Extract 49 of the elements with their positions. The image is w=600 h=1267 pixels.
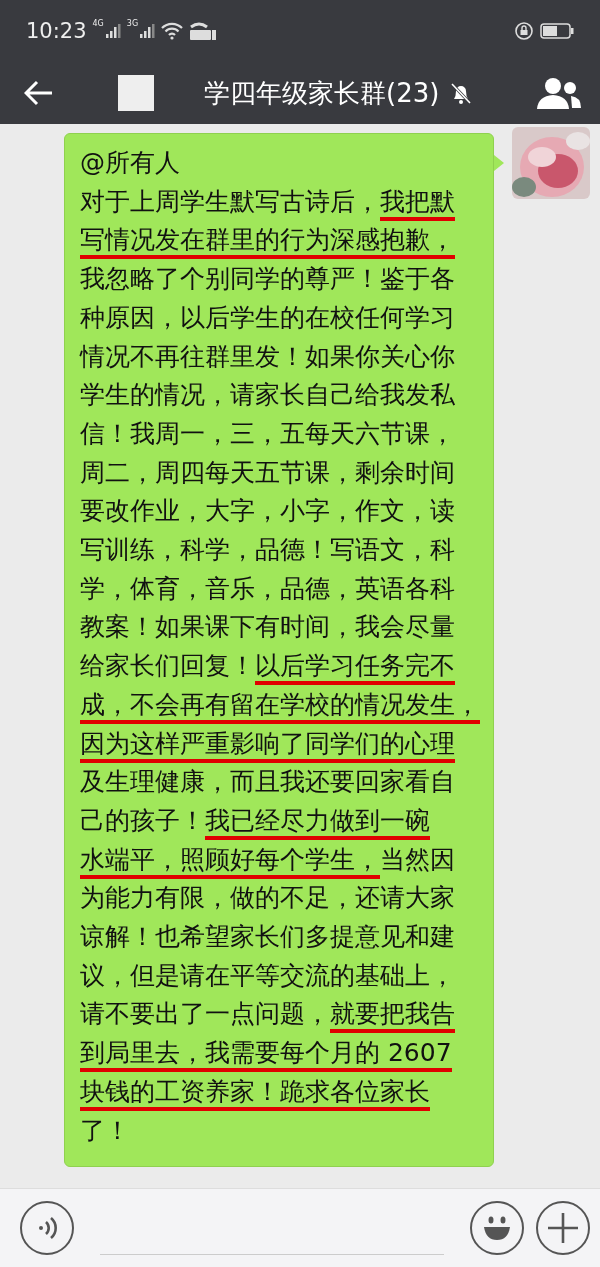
signal-icon: [139, 23, 156, 39]
message-text: 及生理健康，而且我还要回家看自: [80, 766, 455, 799]
underlined-text: 成，不会再有留在学校的情况发生，: [80, 688, 480, 724]
message-text: 学，体育，音乐，品德，英语各科: [80, 572, 455, 605]
message-text: 学生的情况，请家长自己给我发私: [80, 379, 455, 412]
message-text: 对于上周学生默写古诗后，: [80, 185, 380, 218]
message-text: 了！: [80, 1114, 130, 1147]
group-avatar: [118, 75, 154, 111]
emoji-button[interactable]: [470, 1201, 524, 1255]
message-text: 信！我周一，三，五每天六节课，: [80, 417, 455, 450]
message-text: 写训练，科学，品德！写语文，科: [80, 534, 455, 567]
lock-rotation-icon: [514, 21, 534, 41]
network-label: 4G: [92, 19, 104, 28]
underlined-text: 块钱的工资养家！跪求各位家长: [80, 1075, 430, 1111]
underlined-text: 以后学习任务完不: [255, 650, 455, 686]
message-text: 为能力有限，做的不足，还请大家: [80, 882, 455, 915]
hd-call-icon: [189, 21, 218, 41]
underlined-text: 就要把我告: [330, 998, 455, 1034]
smiley-icon: [482, 1215, 512, 1241]
message-text: 请不要出了一点问题，: [80, 998, 330, 1031]
message-text: @所有人: [80, 147, 180, 179]
underlined-text: 写情况发在群里的行为深感抱歉，: [80, 224, 455, 260]
signal-icon: [104, 23, 121, 39]
underlined-text: 我把默: [380, 185, 455, 221]
message-text: 议，但是请在平等交流的基础上，: [80, 959, 455, 992]
underlined-text: 因为这样严重影响了同学们的心理: [80, 727, 455, 763]
wifi-icon: [161, 22, 184, 40]
message-text: 周二，周四每天五节课，剩余时间: [80, 456, 455, 489]
more-button[interactable]: [536, 1201, 590, 1255]
message-text: 当然因: [380, 843, 455, 876]
message-text: 己的孩子！: [80, 804, 205, 837]
underlined-text: 到局里去，我需要每个月的 2607: [80, 1037, 452, 1073]
group-members-icon[interactable]: [536, 76, 582, 110]
chat-title: 学四年级家长群(23): [204, 76, 440, 110]
network-label: 3G: [126, 19, 139, 28]
message-text: 谅解！也希望家长们多提意见和建: [80, 921, 455, 954]
message-text: 教案！如果课下有时间，我会尽量: [80, 611, 455, 644]
plus-icon: [547, 1212, 579, 1244]
message-text: 要改作业，大字，小字，作文，读: [80, 495, 455, 528]
message-text: 情况不再往群里发！如果你关心你: [80, 340, 455, 373]
back-arrow-icon[interactable]: [24, 80, 54, 106]
underlined-text: 水端平，照顾好每个学生，: [80, 843, 380, 879]
message-text: 给家长们回复！: [80, 650, 255, 683]
message-text: 种原因，以后学生的在校任何学习: [80, 301, 455, 334]
underlined-text: 我已经尽力做到一碗: [205, 804, 430, 840]
voice-button[interactable]: [20, 1201, 74, 1255]
status-time: 10:23: [26, 19, 87, 43]
message-text: 我忽略了个别同学的尊严！鉴于各: [80, 263, 455, 296]
battery-icon: [540, 23, 574, 39]
